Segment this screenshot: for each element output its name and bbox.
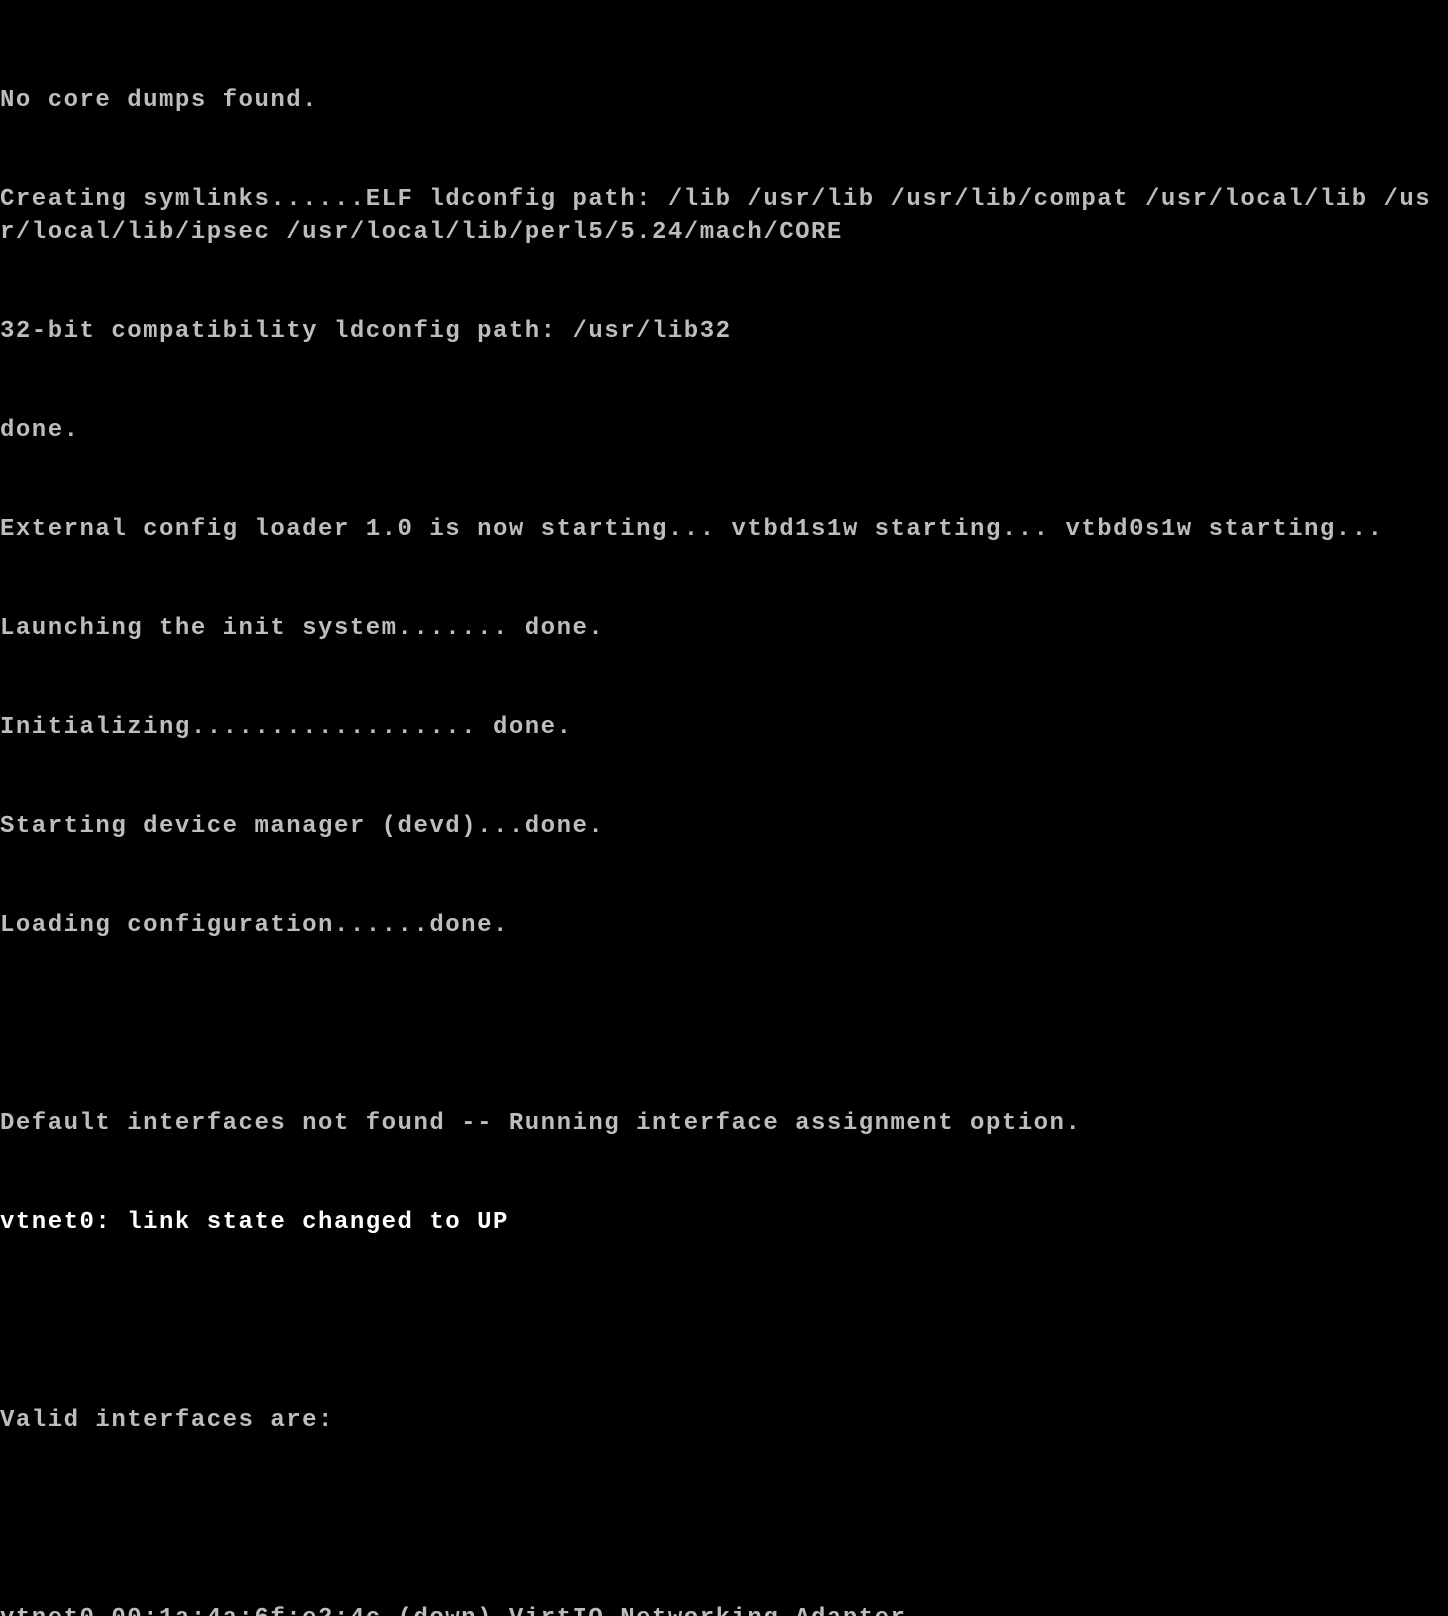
boot-line: Launching the init system....... done. [0,612,1444,645]
terminal-output[interactable]: No core dumps found. Creating symlinks..… [0,18,1444,1616]
boot-line: External config loader 1.0 is now starti… [0,513,1444,546]
blank-line [0,1305,1444,1338]
boot-line: Creating symlinks......ELF ldconfig path… [0,183,1444,249]
valid-interfaces-header: Valid interfaces are: [0,1404,1444,1437]
link-state-line: vtnet0: link state changed to UP [0,1206,1444,1239]
boot-line: done. [0,414,1444,447]
blank-line [0,1503,1444,1536]
boot-line: 32-bit compatibility ldconfig path: /usr… [0,315,1444,348]
boot-line: Default interfaces not found -- Running … [0,1107,1444,1140]
boot-line: Starting device manager (devd)...done. [0,810,1444,843]
boot-line: Initializing.................. done. [0,711,1444,744]
interface-entry: vtnet0 00:1a:4a:6f:e2:4c (down) VirtIO N… [0,1602,1444,1616]
boot-line: No core dumps found. [0,84,1444,117]
boot-line: Loading configuration......done. [0,909,1444,942]
blank-line [0,1008,1444,1041]
